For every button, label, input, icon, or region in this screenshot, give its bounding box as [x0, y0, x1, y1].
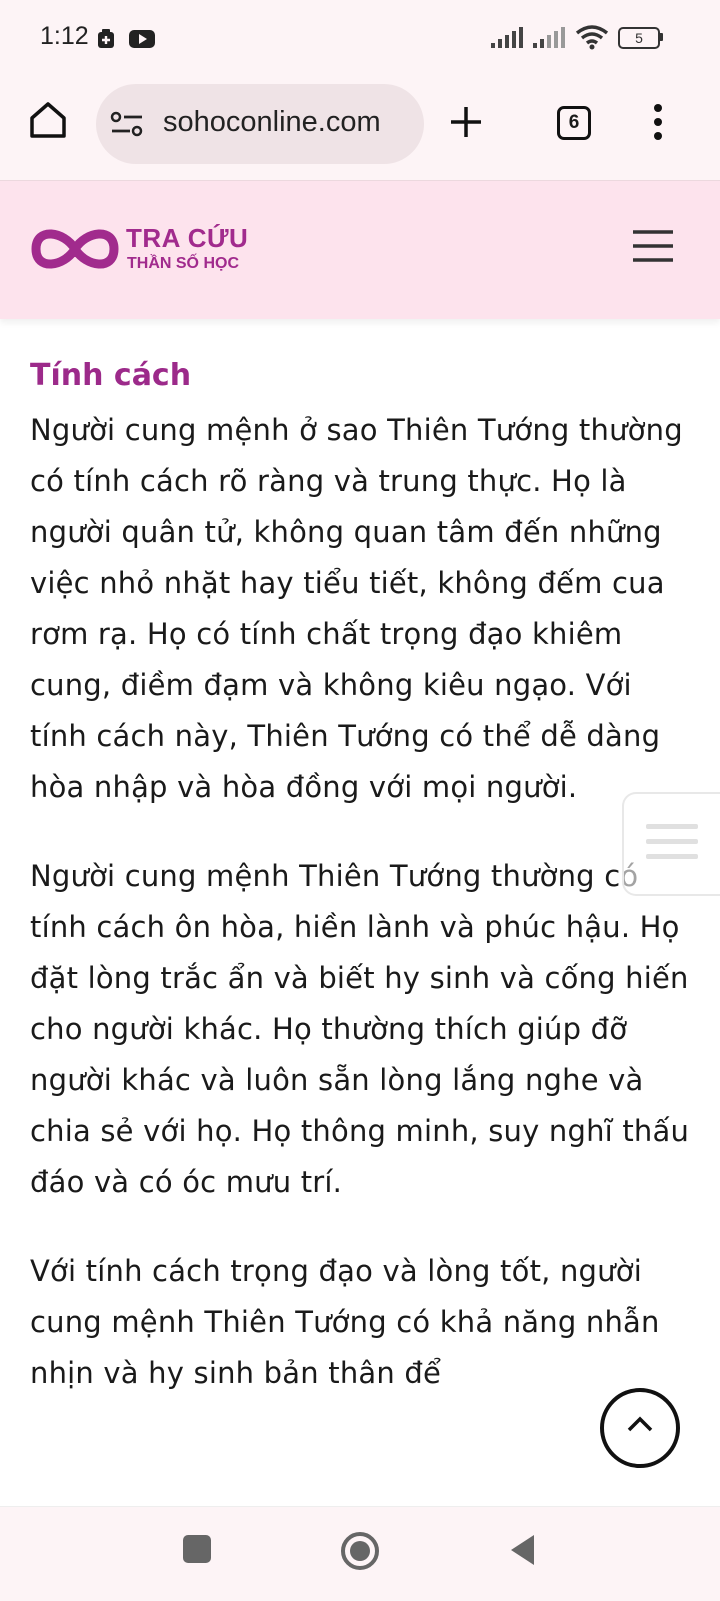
scroll-to-top-button[interactable]: [600, 1388, 680, 1468]
status-time: 1:12: [40, 22, 89, 50]
infinity-logo-icon[interactable]: [30, 223, 120, 275]
logo-subtitle[interactable]: THẦN SỐ HỌC: [127, 255, 239, 273]
site-header: TRA CỨU THẦN SỐ HỌC: [0, 181, 720, 319]
youtube-icon: [129, 30, 155, 48]
paragraph: Người cung mệnh Thiên Tướng thường có tí…: [30, 859, 690, 1199]
home-nav-button[interactable]: [340, 1531, 380, 1571]
article-content: Tính cách Người cung mệnh ở sao Thiên Tư…: [30, 330, 695, 1437]
new-tab-icon[interactable]: [448, 104, 484, 140]
table-of-contents-toggle[interactable]: [622, 792, 720, 896]
status-bar: 1:12 5: [0, 0, 720, 78]
address-bar[interactable]: sohoconline.com: [96, 84, 424, 164]
paragraph: Người cung mệnh ở sao Thiên Tướng thường…: [30, 413, 683, 804]
site-settings-icon[interactable]: [110, 110, 144, 138]
more-menu-icon[interactable]: [650, 102, 666, 142]
browser-toolbar: sohoconline.com 6: [0, 78, 720, 181]
battery-level: 5: [635, 30, 643, 46]
notification-app-icon: [98, 29, 114, 48]
section-heading: Tính cách: [30, 358, 192, 393]
battery-icon: 5: [618, 27, 660, 49]
tab-count: 6: [568, 112, 580, 133]
hamburger-menu-icon[interactable]: [632, 229, 674, 263]
home-icon[interactable]: [28, 100, 68, 140]
paragraph: Với tính cách trọng đạo và lòng tốt, ngư…: [30, 1254, 660, 1390]
url-text[interactable]: sohoconline.com: [163, 106, 381, 139]
system-navigation-bar: [0, 1506, 720, 1601]
signal-icon: [491, 27, 523, 48]
signal-icon-2: [533, 27, 565, 48]
tab-switcher-button[interactable]: 6: [557, 106, 591, 140]
battery-tip: [659, 33, 663, 41]
wifi-icon: [575, 25, 609, 50]
recents-button[interactable]: [183, 1535, 211, 1563]
back-button[interactable]: [508, 1533, 536, 1567]
logo-title[interactable]: TRA CỨU: [126, 223, 248, 254]
chevron-up-icon: [627, 1416, 653, 1432]
